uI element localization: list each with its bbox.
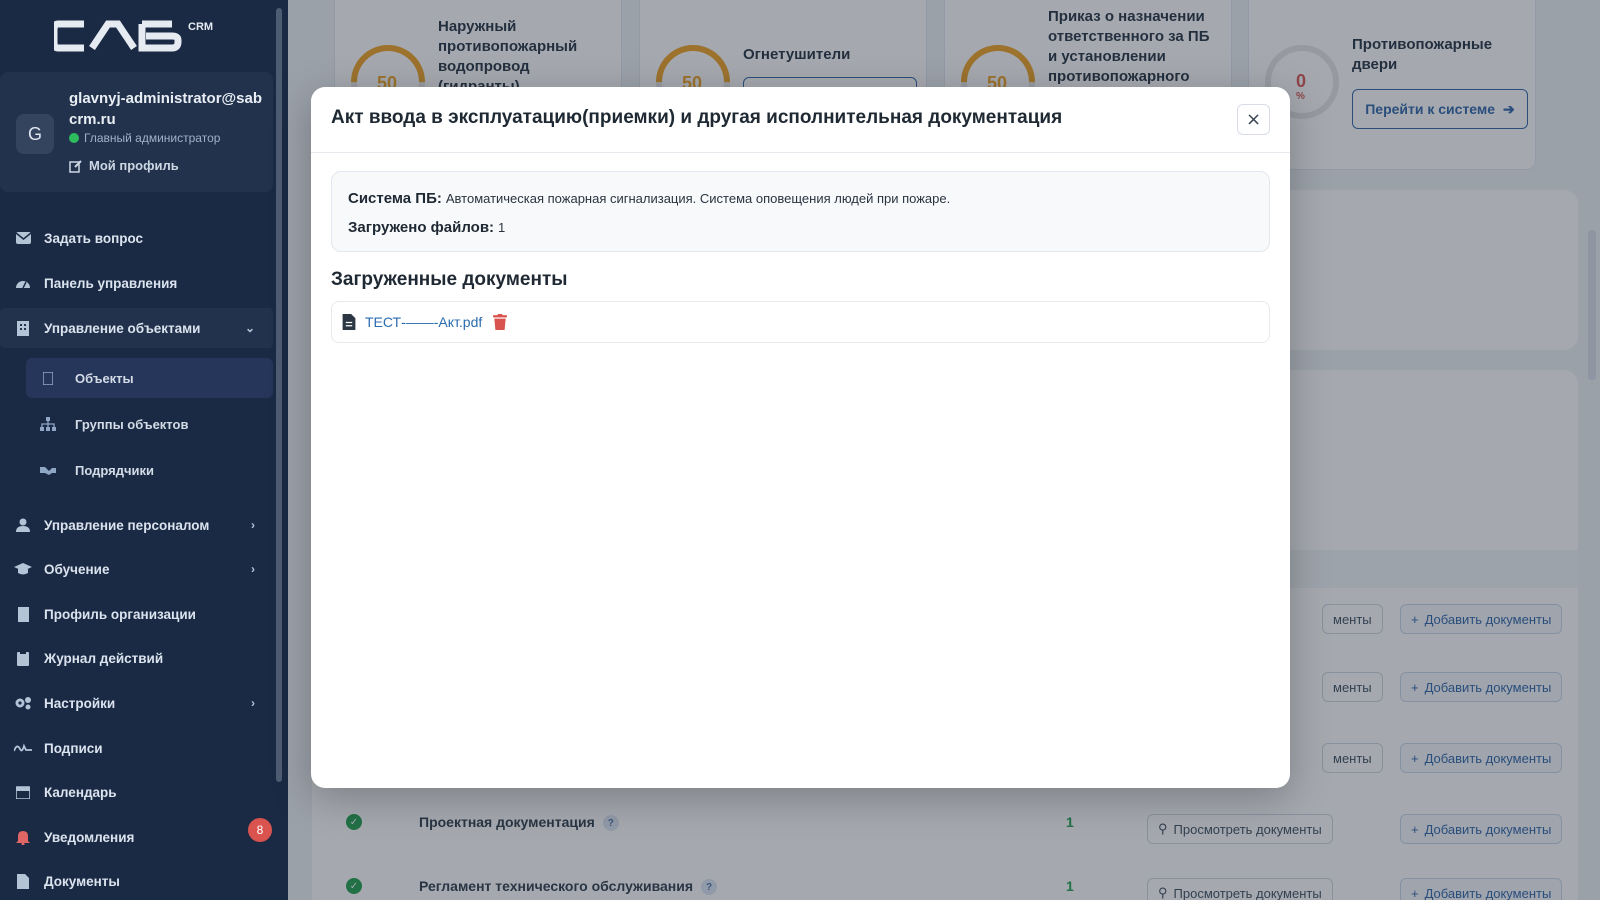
nav-notifications-label: Уведомления	[44, 829, 135, 845]
nav-object-groups[interactable]: Группы объектов	[26, 404, 273, 444]
nav-contractors-label: Подрядчики	[75, 462, 155, 478]
nav-staff-management[interactable]: Управление персоналом ›	[0, 505, 273, 545]
calendar-icon	[14, 783, 32, 801]
nav-org-profile[interactable]: Профиль организации	[0, 594, 273, 634]
nav-training[interactable]: Обучение ›	[0, 549, 273, 589]
file-item: ТЕСТ-——-Акт.pdf	[331, 301, 1270, 343]
nav-documents-label: Документы	[44, 873, 120, 889]
close-icon: ×	[1245, 109, 1262, 130]
avatar: G	[16, 114, 54, 154]
modal-header: Акт ввода в эксплуатацию(приемки) и друг…	[311, 87, 1290, 153]
nav-objects[interactable]: Объекты	[26, 358, 273, 398]
handshake-icon	[40, 462, 56, 478]
sidebar: CRM G glavnyj-administrator@sabcrm.ru Гл…	[0, 0, 288, 900]
sidebar-scrollbar[interactable]	[276, 8, 282, 782]
chevron-right-icon: ›	[251, 696, 255, 710]
file-link[interactable]: ТЕСТ-——-Акт.pdf	[365, 314, 482, 330]
logo: CRM	[54, 20, 213, 52]
building-icon	[14, 319, 32, 337]
edit-icon	[69, 159, 82, 173]
nav-staff-management-label: Управление персоналом	[44, 517, 210, 533]
files-count-value: 1	[498, 220, 506, 235]
chevron-right-icon: ›	[251, 518, 255, 532]
nav-ask-question-label: Задать вопрос	[44, 230, 144, 246]
chevron-down-icon: ⌄	[244, 321, 255, 335]
nav-ask-question[interactable]: Задать вопрос	[0, 218, 273, 258]
document-icon	[14, 872, 32, 890]
nav-dashboard-label: Панель управления	[44, 275, 178, 291]
files-count-label: Загружено файлов:	[348, 219, 495, 236]
nav-signatures-label: Подписи	[44, 740, 103, 756]
nav-settings-label: Настройки	[44, 695, 116, 711]
nav-settings[interactable]: Настройки ›	[0, 683, 273, 723]
profile-role-label: Главный администратор	[84, 131, 221, 145]
my-profile-label: Мой профиль	[89, 158, 179, 173]
graduation-cap-icon	[14, 560, 32, 578]
file-icon	[342, 314, 356, 330]
profile-card: G glavnyj-administrator@sabcrm.ru Главны…	[0, 72, 273, 192]
envelope-icon	[14, 229, 32, 247]
logo-crm-text: CRM	[188, 21, 213, 33]
nav-org-profile-label: Профиль организации	[44, 606, 196, 622]
online-status-icon	[69, 133, 79, 143]
my-profile-link[interactable]: Мой профиль	[69, 158, 179, 173]
nav-objects-label: Объекты	[75, 370, 134, 386]
nav-objects-management[interactable]: Управление объектами ⌄	[0, 308, 273, 348]
modal-title: Акт ввода в эксплуатацию(приемки) и друг…	[331, 107, 1063, 128]
nav-notifications[interactable]: Уведомления	[0, 817, 273, 857]
signature-icon	[14, 739, 32, 757]
nav-training-label: Обучение	[44, 561, 110, 577]
system-value: Автоматическая пожарная сигнализация. Си…	[445, 191, 951, 206]
files-count-line: Загружено файлов: 1	[348, 219, 505, 236]
system-info-line: Система ПБ: Автоматическая пожарная сигна…	[348, 190, 950, 207]
building-icon	[40, 370, 56, 386]
system-label: Система ПБ:	[348, 190, 442, 207]
notifications-badge: 8	[248, 818, 272, 842]
gauge-icon	[14, 274, 32, 292]
nav-contractors[interactable]: Подрядчики	[26, 450, 273, 490]
chevron-right-icon: ›	[251, 562, 255, 576]
documents-modal: Акт ввода в эксплуатацию(приемки) и друг…	[311, 87, 1290, 788]
nav-calendar[interactable]: Календарь	[0, 772, 273, 812]
profile-role: Главный администратор	[69, 131, 220, 145]
profile-email: glavnyj-administrator@sabcrm.ru	[69, 90, 263, 128]
nav-action-log[interactable]: Журнал действий	[0, 638, 273, 678]
trash-icon[interactable]	[493, 314, 507, 330]
clipboard-icon	[14, 649, 32, 667]
nav-objects-management-label: Управление объектами	[44, 320, 201, 336]
nav-signatures[interactable]: Подписи	[0, 728, 273, 768]
nav-dashboard[interactable]: Панель управления	[0, 263, 273, 303]
system-info-box: Система ПБ: Автоматическая пожарная сигна…	[331, 171, 1270, 252]
users-icon	[14, 516, 32, 534]
uploaded-documents-heading: Загруженные документы	[331, 269, 568, 290]
nav-calendar-label: Календарь	[44, 784, 117, 800]
bell-icon	[14, 828, 32, 846]
nav-action-log-label: Журнал действий	[44, 650, 164, 666]
close-button[interactable]: ×	[1237, 104, 1270, 135]
sitemap-icon	[40, 416, 56, 432]
nav-object-groups-label: Группы объектов	[75, 416, 189, 432]
building-icon	[14, 605, 32, 623]
gears-icon	[14, 694, 32, 712]
page-scrollbar[interactable]	[1588, 230, 1596, 380]
nav-documents[interactable]: Документы	[0, 861, 273, 900]
